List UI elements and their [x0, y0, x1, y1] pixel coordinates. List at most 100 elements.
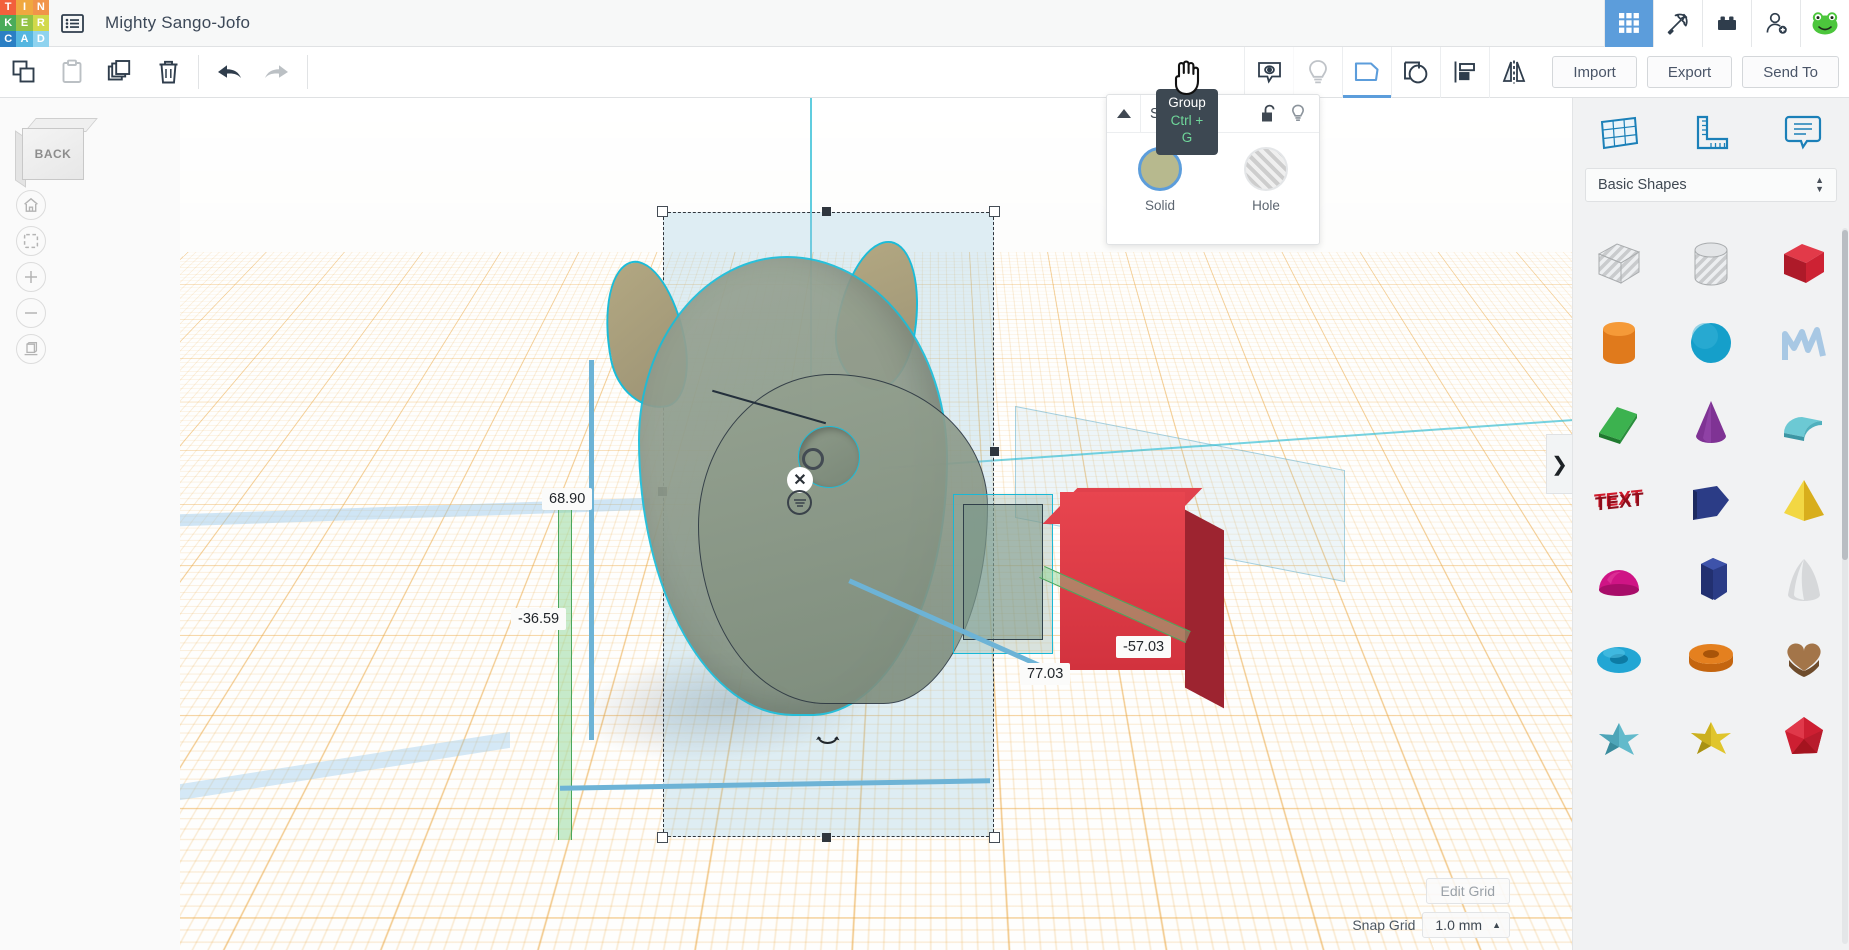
shape-scribble[interactable]: [1758, 303, 1849, 382]
panel-expander-button[interactable]: ❯: [1546, 434, 1572, 494]
chevron-up-icon[interactable]: [1107, 94, 1141, 133]
rotate-arrow-icon[interactable]: [815, 735, 841, 756]
shape-paraboloid[interactable]: [1758, 540, 1849, 619]
shape-polygon[interactable]: [1665, 540, 1757, 619]
copy-icon[interactable]: [0, 47, 48, 97]
shape-star-yellow[interactable]: [1665, 698, 1757, 777]
dimension-label-depth[interactable]: -57.03: [1116, 636, 1172, 658]
lego-brick-icon[interactable]: [1702, 0, 1751, 47]
solid-swatch-label: Solid: [1144, 198, 1176, 213]
shape-half-cylinder[interactable]: [1758, 382, 1849, 461]
add-user-icon[interactable]: [1751, 0, 1800, 47]
shape-cone[interactable]: [1665, 382, 1757, 461]
align-icon[interactable]: [1440, 46, 1489, 98]
dimension-label-width[interactable]: 77.03: [1020, 663, 1071, 685]
mirror-icon[interactable]: [1489, 46, 1538, 98]
toolbar-divider: [198, 55, 199, 89]
shape-library-panel: Basic Shapes ▲ ▼ TEXT TEXT: [1572, 98, 1849, 950]
dimension-label-height[interactable]: 68.90: [542, 488, 593, 510]
tinkercad-logo[interactable]: T I N K E R C A D: [0, 0, 49, 47]
svg-text:TEXT: TEXT: [1595, 489, 1644, 515]
shape-sphere[interactable]: [1665, 303, 1757, 382]
page-title: Mighty Sango-Jofo: [105, 13, 251, 32]
updown-chevrons-icon: ▲ ▼: [1815, 175, 1824, 194]
shape-star-teal[interactable]: [1573, 698, 1665, 777]
lightbulb-icon[interactable]: [1283, 95, 1313, 133]
shape-arrow-box[interactable]: [1665, 461, 1757, 540]
resize-handle-bl[interactable]: [657, 832, 668, 843]
model-face: [698, 374, 988, 704]
top-bar: T I N K E R C A D Mighty Sango-Jofo: [0, 0, 1849, 47]
duplicate-icon[interactable]: [96, 47, 144, 97]
edit-grid-button[interactable]: Edit Grid: [1425, 878, 1510, 904]
shape-pyramid[interactable]: [1758, 461, 1849, 540]
shape-tube[interactable]: [1665, 619, 1757, 698]
logo-letter: D: [32, 30, 49, 47]
hole-swatch[interactable]: Hole: [1244, 147, 1288, 213]
snap-grid-select[interactable]: 1.0 mm ▲: [1422, 912, 1510, 938]
shape-torus[interactable]: [1573, 619, 1665, 698]
shape-text[interactable]: TEXT TEXT: [1573, 461, 1665, 540]
top-right-actions: [1604, 0, 1849, 47]
shape-roof[interactable]: [1573, 382, 1665, 461]
note-icon[interactable]: [1244, 46, 1293, 98]
shape-box-hole[interactable]: [1573, 224, 1665, 303]
undo-icon[interactable]: [205, 47, 253, 97]
shape-dome[interactable]: [1573, 540, 1665, 619]
perspective-toggle-icon[interactable]: [16, 334, 46, 364]
shape-polyhedron[interactable]: [1758, 698, 1849, 777]
toolbar-right-group: Import Export Send To: [1244, 46, 1849, 98]
resize-handle-br[interactable]: [989, 832, 1000, 843]
group-icon[interactable]: [1342, 46, 1392, 98]
design-canvas[interactable]: ✕ 68.90 -36.59 -57.03 77.03 Edit Grid Sn…: [180, 98, 1572, 950]
shape-heart[interactable]: [1758, 619, 1849, 698]
shape-panel-tabs: [1573, 98, 1849, 168]
lightbulb-icon[interactable]: [1293, 46, 1342, 98]
toolbar-divider: [307, 55, 308, 89]
shape-cylinder[interactable]: [1573, 303, 1665, 382]
frog-avatar-icon[interactable]: [1800, 0, 1849, 47]
rotate-handle-icon[interactable]: [802, 448, 824, 470]
model-hollow-inner: [963, 504, 1043, 640]
dimension-label-z-offset[interactable]: -36.59: [511, 608, 567, 630]
shape-category-select[interactable]: Basic Shapes ▲ ▼: [1585, 168, 1837, 202]
zoom-out-icon[interactable]: [16, 298, 46, 328]
home-view-icon[interactable]: [16, 190, 46, 220]
send-to-button[interactable]: Send To: [1742, 56, 1839, 88]
ungroup-icon[interactable]: [1391, 46, 1440, 98]
ruler-bar-vertical-blue: [589, 360, 594, 740]
shape-cylinder-hole[interactable]: [1665, 224, 1757, 303]
import-button[interactable]: Import: [1552, 56, 1637, 88]
blocks-grid-icon[interactable]: [1604, 0, 1653, 47]
view-cube[interactable]: BACK: [14, 114, 98, 188]
shape-grid: TEXT TEXT: [1573, 224, 1849, 950]
red-box-side-face: [1185, 509, 1224, 709]
unlock-icon[interactable]: [1253, 95, 1283, 133]
fit-to-view-icon[interactable]: [16, 226, 46, 256]
chevron-up-icon: ▲: [1492, 920, 1501, 930]
model-3d-object[interactable]: [580, 178, 1224, 758]
redo-icon[interactable]: [253, 47, 301, 97]
solid-swatch[interactable]: Solid: [1138, 147, 1182, 213]
resize-handle-bottom[interactable]: [822, 833, 831, 842]
logo-letter: T: [0, 0, 17, 16]
note-tool-icon[interactable]: [1757, 98, 1849, 168]
pickaxe-icon[interactable]: [1653, 0, 1702, 47]
shape-category-label: Basic Shapes: [1598, 177, 1687, 193]
shape-box[interactable]: [1758, 224, 1849, 303]
workplane-tool-icon[interactable]: [1573, 98, 1665, 168]
logo-letter: I: [16, 0, 33, 16]
shape-panel-scrollbar-thumb[interactable]: [1842, 230, 1848, 560]
logo-letter: C: [0, 30, 17, 47]
export-button[interactable]: Export: [1646, 56, 1733, 88]
paste-icon[interactable]: [48, 47, 96, 97]
snap-grid-value: 1.0 mm: [1435, 917, 1483, 933]
delete-icon[interactable]: [144, 47, 192, 97]
snap-grid-control: Snap Grid 1.0 mm ▲: [1352, 912, 1510, 938]
list-menu-icon[interactable]: [49, 0, 95, 47]
logo-letter: R: [32, 15, 49, 31]
shape-menu-icon[interactable]: [787, 490, 812, 515]
ruler-tool-icon[interactable]: [1665, 98, 1757, 168]
zoom-in-icon[interactable]: [16, 262, 46, 292]
view-cube-front-face[interactable]: BACK: [22, 128, 84, 180]
